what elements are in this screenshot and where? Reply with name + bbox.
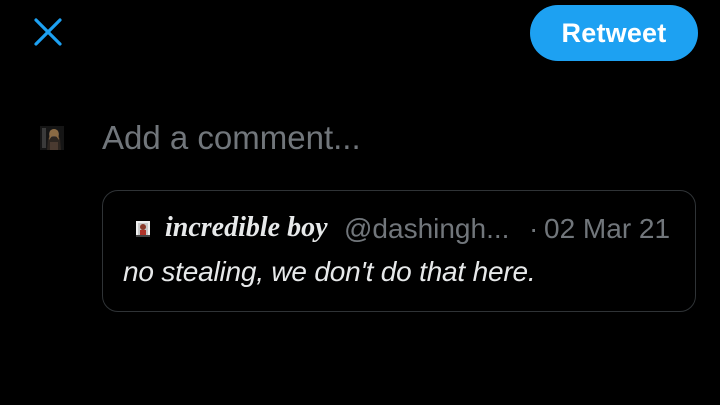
- quoted-handle: @dashingh...: [344, 213, 510, 244]
- quoted-tweet-header: incredible boy @dashingh... · 02 Mar 21: [103, 211, 697, 247]
- quoted-avatar: [136, 221, 150, 237]
- avatar[interactable]: [40, 126, 64, 150]
- separator-dot: ·: [529, 213, 539, 244]
- quoted-tweet-text: no stealing, we don't do that here.: [123, 256, 536, 287]
- quoted-date: 02 Mar 21: [544, 213, 671, 244]
- quoted-tweet-card[interactable]: incredible boy @dashingh... · 02 Mar 21 …: [102, 190, 696, 312]
- close-icon: [34, 18, 62, 46]
- comment-input[interactable]: [102, 113, 662, 163]
- close-button[interactable]: [22, 10, 74, 54]
- quoted-display-name: incredible boy: [165, 212, 328, 243]
- retweet-button[interactable]: Retweet: [530, 5, 698, 61]
